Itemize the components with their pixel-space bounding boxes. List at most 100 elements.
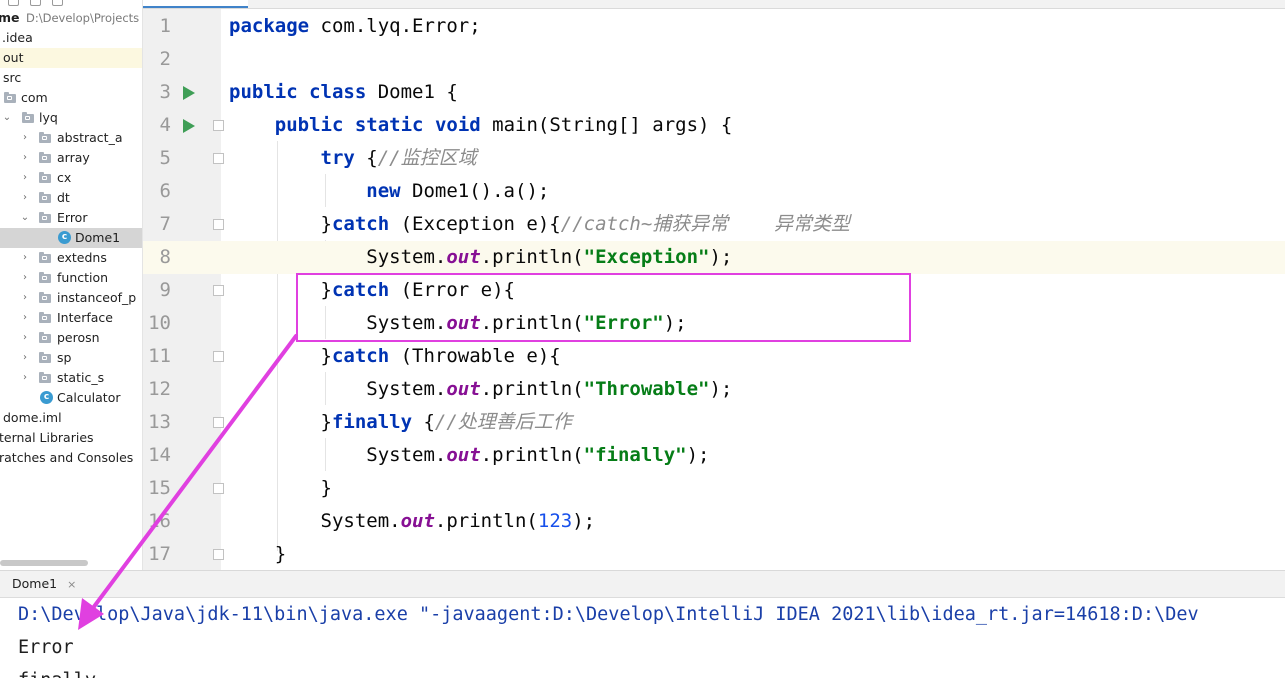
chevron-right-icon[interactable]: ›	[20, 268, 30, 288]
run-gutter-icon[interactable]	[183, 119, 195, 133]
collapse-icon[interactable]	[30, 0, 41, 6]
code-line[interactable]: 7 }catch (Exception e){//catch~捕获异常 异常类型	[143, 208, 1285, 241]
options-icon[interactable]	[52, 0, 63, 6]
tree-item-cx[interactable]: › cx	[0, 168, 142, 188]
code-line[interactable]: 9 }catch (Error e){	[143, 274, 1285, 307]
chevron-right-icon[interactable]: ›	[20, 308, 30, 328]
code-token: "finally"	[583, 444, 687, 466]
code-line[interactable]: 11 }catch (Throwable e){	[143, 340, 1285, 373]
tree-root[interactable]: me D:\Develop\Projects	[0, 8, 142, 28]
console-output[interactable]: D:\Develop\Java\jdk-11\bin\java.exe "-ja…	[0, 598, 1285, 678]
tree-item-dome1[interactable]: c Dome1	[0, 228, 142, 248]
code-line[interactable]: 6 new Dome1().a();	[143, 175, 1285, 208]
run-tab-bar: Dome1 ×	[0, 571, 1285, 598]
fold-icon[interactable]	[213, 483, 224, 494]
code-line[interactable]: 10 System.out.println("Error");	[143, 307, 1285, 340]
chevron-right-icon[interactable]: ›	[20, 148, 30, 168]
chevron-right-icon[interactable]: ›	[20, 168, 30, 188]
code-line[interactable]: 17 }	[143, 538, 1285, 570]
tree-item-extedns[interactable]: › extedns	[0, 248, 142, 268]
code-token: (Throwable e){	[389, 345, 561, 367]
tree-item-src[interactable]: src	[0, 68, 142, 88]
tree-root-label: me	[0, 10, 20, 25]
run-gutter-icon[interactable]	[183, 86, 195, 100]
settings-icon[interactable]	[8, 0, 19, 6]
code-token: class	[309, 81, 367, 103]
code-text: System.out.println("Throwable");	[229, 373, 732, 406]
code-token: //监控区域	[377, 147, 477, 169]
tree-item-abstract-a[interactable]: › abstract_a	[0, 128, 142, 148]
chevron-right-icon[interactable]: ›	[20, 348, 30, 368]
code-token: );	[709, 246, 733, 268]
chevron-down-icon[interactable]: ⌄	[20, 208, 30, 228]
code-line[interactable]: 5 try {//监控区域	[143, 142, 1285, 175]
chevron-right-icon[interactable]: ›	[20, 248, 30, 268]
tree-item-function[interactable]: › function	[0, 268, 142, 288]
code-line[interactable]: 3 public class Dome1 {	[143, 76, 1285, 109]
tab-dome1[interactable]	[143, 0, 248, 8]
fold-icon[interactable]	[213, 549, 224, 560]
code-line[interactable]: 12 System.out.println("Throwable");	[143, 373, 1285, 406]
package-folder-icon	[39, 372, 51, 383]
code-token: 123	[537, 510, 573, 532]
fold-icon[interactable]	[213, 351, 224, 362]
run-tab-dome1[interactable]: Dome1 ×	[0, 571, 86, 597]
tree-item-out[interactable]: out	[0, 48, 142, 68]
code-text: System.out.println("finally");	[229, 439, 709, 472]
fold-icon[interactable]	[213, 219, 224, 230]
fold-icon[interactable]	[213, 120, 224, 131]
java-class-icon: c	[58, 231, 71, 244]
tree-item-external-libraries[interactable]: ternal Libraries	[0, 428, 142, 448]
tree-item-label: .idea	[2, 30, 33, 45]
tree-root-path: D:\Develop\Projects	[26, 11, 140, 25]
code-line[interactable]: 16 System.out.println(123);	[143, 505, 1285, 538]
tree-item-interface[interactable]: › Interface	[0, 308, 142, 328]
tree-item-com[interactable]: com	[0, 88, 142, 108]
chevron-right-icon[interactable]: ›	[20, 368, 30, 388]
code-text: package com.lyq.Error;	[229, 10, 481, 43]
tree-item-calculator[interactable]: c Calculator	[0, 388, 142, 408]
tree-item-array[interactable]: › array	[0, 148, 142, 168]
code-line[interactable]: 1 package com.lyq.Error;	[143, 10, 1285, 43]
fold-icon[interactable]	[213, 153, 224, 164]
tree-item-dome-iml[interactable]: dome.iml	[0, 408, 142, 428]
code-token: }	[229, 345, 332, 367]
fold-icon[interactable]	[213, 285, 224, 296]
code-line[interactable]: 14 System.out.println("finally");	[143, 439, 1285, 472]
console-line-command: D:\Develop\Java\jdk-11\bin\java.exe "-ja…	[18, 604, 1199, 625]
line-number: 8	[143, 241, 171, 274]
code-token: void	[434, 114, 481, 136]
tree-item-lyq[interactable]: ⌄ lyq	[0, 108, 142, 128]
code-token: );	[663, 312, 687, 334]
package-folder-icon	[39, 312, 51, 323]
horizontal-scrollbar[interactable]	[0, 560, 88, 566]
code-line[interactable]: 2	[143, 43, 1285, 76]
code-token: "Exception"	[583, 246, 710, 268]
console-line-output: finally	[18, 664, 96, 678]
tree-item-idea[interactable]: .idea	[0, 28, 142, 48]
tree-item-scratches[interactable]: ratches and Consoles	[0, 448, 142, 468]
code-token: //catch~捕获异常 异常类型	[560, 213, 851, 235]
code-text: }	[229, 472, 332, 505]
tree-item-static-s[interactable]: › static_s	[0, 368, 142, 388]
tree-item-dt[interactable]: › dt	[0, 188, 142, 208]
tree-item-perosn[interactable]: › perosn	[0, 328, 142, 348]
tree-item-error[interactable]: ⌄ Error	[0, 208, 142, 228]
chevron-right-icon[interactable]: ›	[20, 328, 30, 348]
chevron-down-icon[interactable]: ⌄	[2, 108, 12, 128]
code-line[interactable]: 13 }finally {//处理善后工作	[143, 406, 1285, 439]
tree-item-sp[interactable]: › sp	[0, 348, 142, 368]
close-icon[interactable]: ×	[67, 578, 76, 591]
package-folder-icon	[39, 172, 51, 183]
code-line[interactable]: 4 public static void main(String[] args)…	[143, 109, 1285, 142]
tree-item-label: com	[21, 90, 48, 105]
fold-icon[interactable]	[213, 417, 224, 428]
tree-item-instanceof-p[interactable]: › instanceof_p	[0, 288, 142, 308]
chevron-right-icon[interactable]: ›	[20, 128, 30, 148]
chevron-right-icon[interactable]: ›	[20, 288, 30, 308]
code-line[interactable]: 15 }	[143, 472, 1285, 505]
code-line[interactable]: 8 System.out.println("Exception");	[143, 241, 1285, 274]
code-editor[interactable]: 1 package com.lyq.Error; 2 3 public class Do…	[143, 0, 1285, 570]
line-number: 16	[148, 510, 171, 532]
chevron-right-icon[interactable]: ›	[20, 188, 30, 208]
